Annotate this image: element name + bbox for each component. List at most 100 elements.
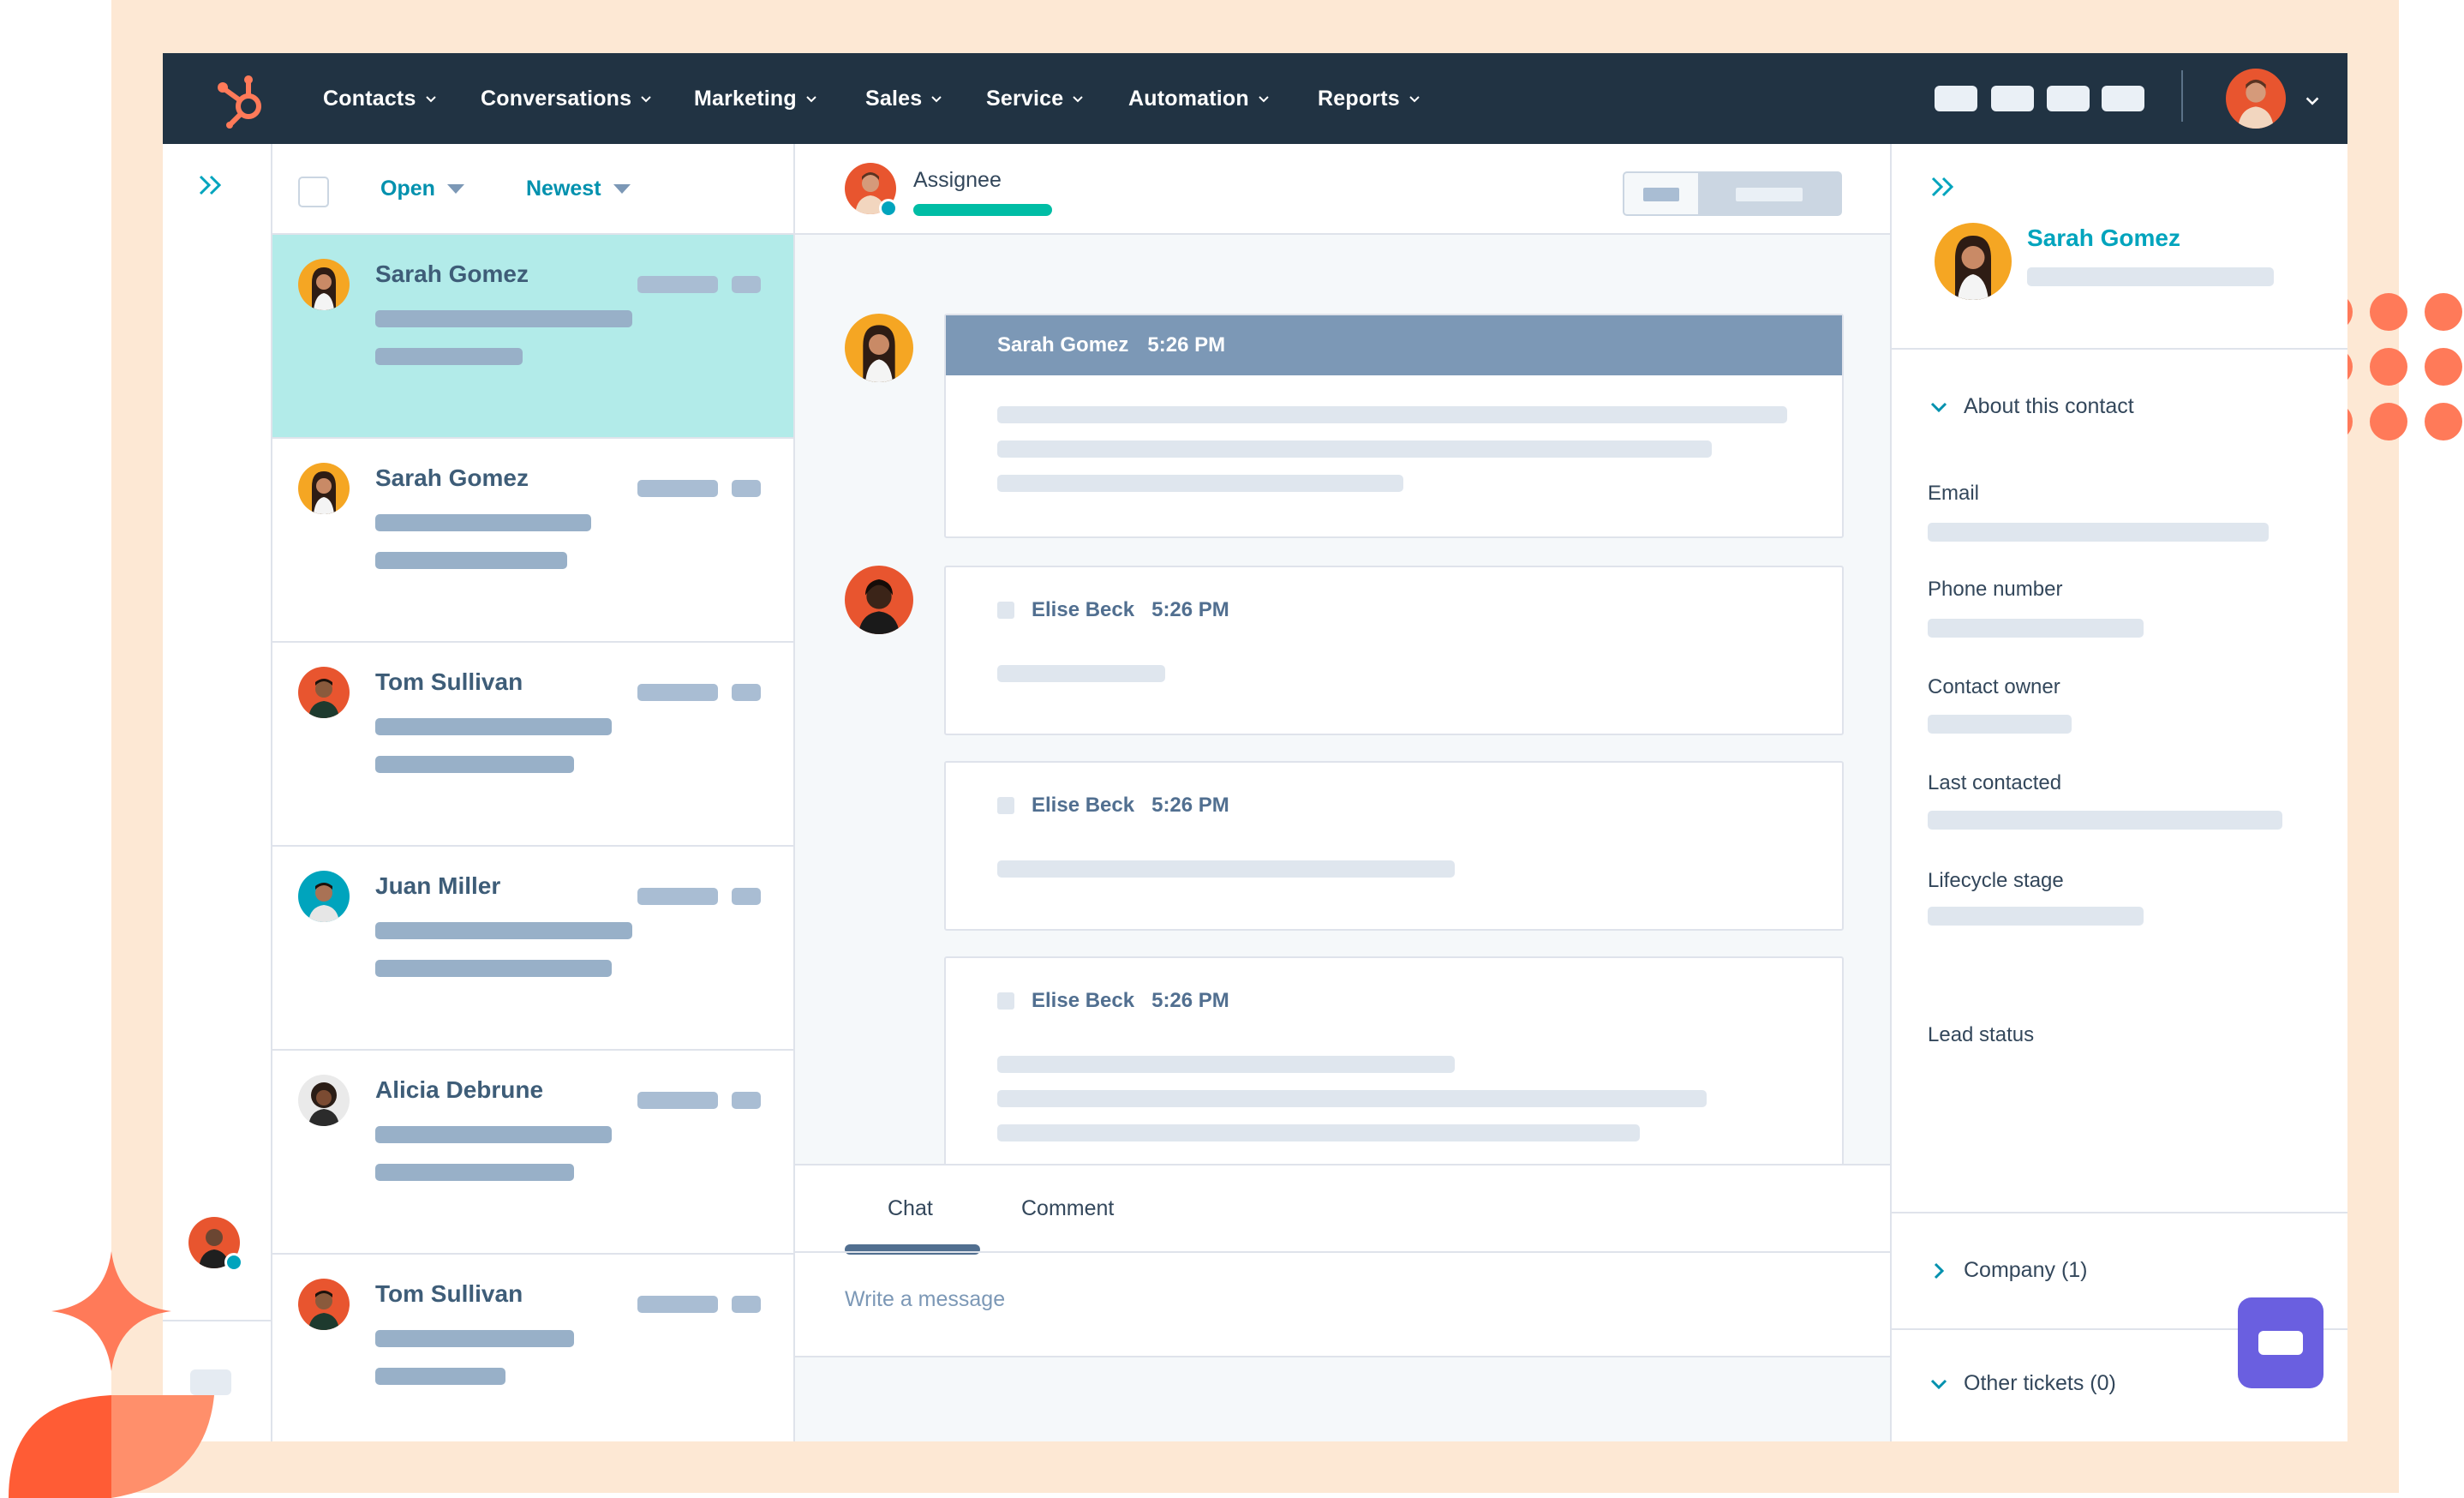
placeholder-bar xyxy=(997,1124,1640,1141)
avatar-image xyxy=(2226,69,2286,129)
nav-reports[interactable]: Reports xyxy=(1318,84,1420,113)
placeholder-bar xyxy=(375,1126,612,1143)
message-sender: Sarah Gomez xyxy=(997,333,1129,357)
contact-avatar xyxy=(1935,223,2012,300)
divider xyxy=(163,1320,271,1321)
property-value-placeholder[interactable] xyxy=(1928,523,2269,542)
nav-conversations[interactable]: Conversations xyxy=(481,84,652,113)
message-time: 5:26 PM xyxy=(1147,333,1226,357)
property-label-phone: Phone number xyxy=(1928,578,2063,601)
nav-automation[interactable]: Automation xyxy=(1128,84,1270,113)
nav-label: Service xyxy=(986,86,1064,111)
placeholder-bar xyxy=(732,888,761,905)
message-sender: Elise Beck xyxy=(1032,598,1135,621)
placeholder-bar xyxy=(375,1164,574,1181)
avatar-image xyxy=(298,259,350,310)
divider xyxy=(1892,1212,2347,1213)
property-value-placeholder[interactable] xyxy=(1928,715,2072,734)
property-label-lifecycle: Lifecycle stage xyxy=(1928,869,2064,892)
placeholder-bar xyxy=(375,718,612,735)
section-title: Other tickets (0) xyxy=(1964,1371,2116,1395)
placeholder-bar xyxy=(375,922,632,939)
assignee-label: Assignee xyxy=(913,168,1002,192)
message-select-box[interactable] xyxy=(997,797,1014,814)
app-window: Contacts Conversations Marketing Sales S… xyxy=(163,53,2347,1441)
nav-label: Reports xyxy=(1318,86,1400,111)
contact-avatar xyxy=(298,871,350,922)
view-toggle[interactable] xyxy=(1623,171,1842,216)
chat-icon xyxy=(2258,1331,2303,1355)
placeholder-bar xyxy=(732,276,761,293)
chevron-down-icon[interactable] xyxy=(2305,93,2320,108)
online-status-dot xyxy=(224,1253,243,1272)
message-select-box[interactable] xyxy=(997,602,1014,619)
conversation-row[interactable]: Juan Miller xyxy=(272,847,793,1051)
message-select-box[interactable] xyxy=(997,992,1014,1010)
message-card: Sarah Gomez 5:26 PM xyxy=(944,314,1844,538)
nav-marketing[interactable]: Marketing xyxy=(694,84,817,113)
section-title: About this contact xyxy=(1964,394,2134,418)
agent-avatar[interactable] xyxy=(188,1217,243,1272)
nav-utility-button[interactable] xyxy=(2102,86,2144,111)
placeholder-bar xyxy=(637,684,718,701)
property-label-lead-status: Lead status xyxy=(1928,1023,2035,1046)
sort-filter-label: Newest xyxy=(526,177,601,201)
message-header: Elise Beck 5:26 PM xyxy=(997,989,1229,1013)
decorative-sparkle xyxy=(51,1251,171,1371)
message-sender-avatar xyxy=(845,314,913,382)
nav-utility-button[interactable] xyxy=(2047,86,2090,111)
chevron-right-icon xyxy=(1934,1262,1945,1279)
placeholder-bar xyxy=(732,480,761,497)
select-all-checkbox[interactable] xyxy=(298,177,329,207)
tab-comment[interactable]: Comment xyxy=(1021,1196,1114,1221)
avatar-image xyxy=(1935,223,2012,300)
nav-utility-button[interactable] xyxy=(1991,86,2034,111)
nav-sales[interactable]: Sales xyxy=(865,84,942,113)
conversation-row[interactable]: Sarah Gomez xyxy=(272,235,793,439)
status-filter-label: Open xyxy=(380,177,435,201)
conversation-row[interactable]: Tom Sullivan xyxy=(272,643,793,847)
chevron-down-icon xyxy=(806,96,816,103)
company-section-toggle[interactable]: Company (1) xyxy=(1928,1258,2088,1283)
hubspot-logo-icon[interactable] xyxy=(212,69,272,129)
placeholder-bar xyxy=(375,1330,574,1347)
conversation-row[interactable]: Sarah Gomez xyxy=(272,439,793,643)
status-filter[interactable]: Open xyxy=(380,177,464,201)
avatar-image xyxy=(298,463,350,514)
placeholder-bar xyxy=(732,1092,761,1109)
inbox-toolbar: Open Newest xyxy=(272,144,793,235)
message-card: Elise Beck 5:26 PM xyxy=(944,956,1844,1171)
double-chevron-right-icon[interactable] xyxy=(195,170,226,201)
chevron-down-icon xyxy=(1409,96,1420,103)
conversation-row[interactable]: Alicia Debrune xyxy=(272,1051,793,1255)
sort-filter[interactable]: Newest xyxy=(526,177,631,201)
contact-name: Tom Sullivan xyxy=(375,1280,523,1307)
message-header: Sarah Gomez 5:26 PM xyxy=(946,315,1842,375)
property-value-placeholder[interactable] xyxy=(1928,907,2144,926)
about-section-toggle[interactable]: About this contact xyxy=(1928,394,2134,419)
nav-utility-button[interactable] xyxy=(1935,86,1977,111)
tab-chat[interactable]: Chat xyxy=(888,1196,933,1221)
conversation-row[interactable]: Tom Sullivan xyxy=(272,1255,793,1441)
chat-launcher-button[interactable] xyxy=(2238,1297,2323,1388)
caret-down-icon xyxy=(613,184,631,194)
user-avatar[interactable] xyxy=(2226,69,2286,129)
property-value-placeholder[interactable] xyxy=(1928,811,2282,830)
message-sender: Elise Beck xyxy=(1032,989,1135,1012)
placeholder-bar xyxy=(997,1056,1455,1073)
property-value-placeholder[interactable] xyxy=(1928,619,2144,638)
placeholder-bar xyxy=(997,665,1165,682)
nav-contacts[interactable]: Contacts xyxy=(323,84,437,113)
section-title: Company (1) xyxy=(1964,1258,2088,1282)
placeholder-bar xyxy=(2027,267,2274,286)
message-input[interactable] xyxy=(845,1282,1856,1316)
contact-name: Tom Sullivan xyxy=(375,668,523,695)
double-chevron-right-icon[interactable] xyxy=(1928,171,1959,202)
tickets-section-toggle[interactable]: Other tickets (0) xyxy=(1928,1371,2116,1396)
top-navigation: Contacts Conversations Marketing Sales S… xyxy=(163,53,2347,144)
conversation-header: Assignee xyxy=(795,144,1890,235)
nav-service[interactable]: Service xyxy=(986,84,1084,113)
contact-name[interactable]: Sarah Gomez xyxy=(2027,225,2180,252)
placeholder-bar xyxy=(375,348,523,365)
view-toggle-option[interactable] xyxy=(1624,173,1698,214)
